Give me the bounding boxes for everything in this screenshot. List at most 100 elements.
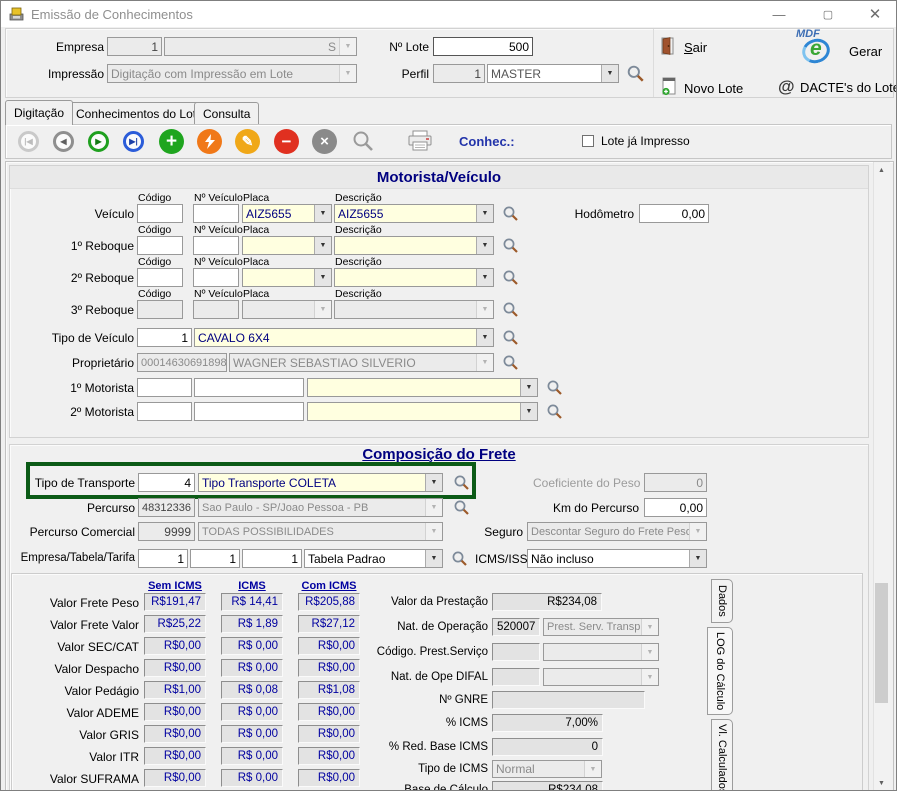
maximize-icon[interactable]: ▢ [805, 1, 851, 27]
tipo-transporte-combo[interactable]: Tipo Transporte COLETA▼ [198, 473, 443, 492]
nav-first-icon[interactable]: |◀ [18, 131, 39, 152]
nav-prev-icon[interactable]: ◀ [53, 131, 74, 152]
scroll-up-icon[interactable]: ▲ [873, 162, 890, 178]
print-icon[interactable] [407, 129, 433, 153]
delete-record-icon[interactable]: − [274, 129, 299, 154]
exit-door-icon[interactable] [661, 37, 675, 55]
motorista2-combo[interactable]: ▼ [307, 402, 538, 421]
reboque1-search-icon[interactable] [502, 237, 519, 254]
tipo-transporte-search-icon[interactable] [453, 474, 470, 491]
reboque2-search-icon[interactable] [502, 269, 519, 286]
add-record-icon[interactable]: + [159, 129, 184, 154]
scroll-down-icon[interactable]: ▼ [873, 775, 890, 791]
veiculo-descricao-combo[interactable]: AIZ5655▼ [334, 204, 494, 223]
tipo-veiculo-code-field[interactable]: 1 [137, 328, 192, 347]
reboque2-nveiculo-field[interactable] [193, 268, 239, 287]
nav-next-icon[interactable]: ▶ [88, 131, 109, 152]
nat-ope-difal-combo: ▼ [543, 668, 659, 686]
km-percurso-field[interactable]: 0,00 [644, 498, 707, 517]
reboque1-placa-arrow-icon: ▼ [314, 237, 331, 254]
reboque2-descricao-combo[interactable]: ▼ [334, 268, 494, 287]
nav-last-icon[interactable]: ▶| [123, 131, 144, 152]
motorista1-search-icon[interactable] [546, 379, 563, 396]
reboque2-codigo-field[interactable] [137, 268, 183, 287]
mdfe-logo-icon[interactable]: MDF e [794, 30, 846, 68]
dacte-button[interactable]: DACTE's do Lote [800, 80, 897, 95]
tabela-search-icon[interactable] [451, 550, 468, 567]
tabela-tarifa-field[interactable]: 1 [242, 549, 302, 568]
veiculo-placa-combo[interactable]: AIZ5655▼ [242, 204, 332, 223]
scrollbar-thumb[interactable] [875, 583, 888, 703]
veiculo-placa-value: AIZ5655 [243, 205, 314, 222]
motorista1-label: 1º Motorista [14, 381, 134, 395]
tab-consulta[interactable]: Consulta [194, 102, 259, 125]
header-divider [653, 29, 654, 97]
motorista1-combo[interactable]: ▼ [307, 378, 538, 397]
cancel-icon[interactable]: × [312, 129, 337, 154]
proprietario-search-icon[interactable] [502, 354, 519, 371]
reboque1-descricao-combo[interactable]: ▼ [334, 236, 494, 255]
percurso-comercial-combo: TODAS POSSIBILIDADES▼ [198, 522, 443, 541]
reboque3-codigo-field [137, 300, 183, 319]
perfil-combo-value: MASTER [488, 65, 601, 82]
novo-lote-button[interactable]: Novo Lote [684, 81, 743, 96]
cod-prest-servico-label: Código. Prest.Serviço [356, 646, 488, 658]
motorista2-code-field[interactable] [137, 402, 192, 421]
quick-save-lightning-icon[interactable] [197, 129, 222, 154]
reboque1-codigo-field[interactable] [137, 236, 183, 255]
side-tab-dados[interactable]: Dados [711, 579, 733, 623]
novo-lote-icon[interactable] [661, 77, 677, 96]
motorista1-doc-field[interactable] [194, 378, 304, 397]
tipo-transporte-code-field[interactable]: 4 [138, 473, 195, 492]
veiculo-search-icon[interactable] [502, 205, 519, 222]
reboque1-nveiculo-field[interactable] [193, 236, 239, 255]
col-nveiculo-label: Nº Veículo [194, 288, 243, 300]
icms-iss-combo[interactable]: Não incluso▼ [527, 549, 707, 568]
valor-cell: R$ 14,41 [221, 593, 283, 611]
proprietario-label: Proprietário [14, 356, 134, 370]
side-tab-log-do-calculo[interactable]: LOG do Cálculo [707, 627, 733, 715]
nat-ope-difal-value [544, 669, 641, 685]
reboque3-search-icon[interactable] [502, 301, 519, 318]
tabela-tabela-field[interactable]: 1 [190, 549, 240, 568]
veiculo-nveiculo-field[interactable] [193, 204, 239, 223]
valor-cell: R$0,00 [144, 637, 206, 655]
reboque1-descricao-arrow-icon: ▼ [476, 237, 493, 254]
tipo-veiculo-combo[interactable]: CAVALO 6X4▼ [194, 328, 494, 347]
veiculo-codigo-field[interactable] [137, 204, 183, 223]
tabela-empresa-field[interactable]: 1 [138, 549, 188, 568]
tipo-veiculo-search-icon[interactable] [502, 329, 519, 346]
toolbar-search-icon[interactable] [351, 129, 375, 153]
edit-pencil-icon[interactable]: ✎ [235, 129, 260, 154]
tabela-combo[interactable]: Tabela Padrao▼ [304, 549, 443, 568]
hodometro-field[interactable]: 0,00 [639, 204, 709, 223]
percurso-search-icon[interactable] [453, 499, 470, 516]
nat-operacao-value: Prest. Serv. Transp. [544, 619, 641, 635]
n-lote-field[interactable]: 500 [433, 37, 533, 56]
valor-cell: R$ 0,00 [221, 747, 283, 765]
dacte-at-icon[interactable]: @ [778, 77, 795, 97]
proprietario-value: WAGNER SEBASTIAO SILVERIO [230, 354, 476, 371]
valor-cell: R$ 0,08 [221, 681, 283, 699]
motorista2-doc-field[interactable] [194, 402, 304, 421]
valor-cell: R$0,00 [298, 747, 360, 765]
lote-ja-impresso-checkbox[interactable] [582, 135, 594, 147]
valor-cell: R$0,00 [298, 703, 360, 721]
tab-conhecimentos-do-lote[interactable]: Conhecimentos do Lote [67, 102, 212, 125]
col-nveiculo-label: Nº Veículo [194, 224, 243, 236]
tab-digitacao[interactable]: Digitação [5, 100, 73, 125]
tipo-icms-arrow-icon: ▼ [584, 761, 601, 777]
valor-cell: R$1,00 [144, 681, 206, 699]
minimize-icon[interactable]: — [756, 1, 802, 27]
gerar-button[interactable]: Gerar [849, 44, 882, 59]
close-icon[interactable]: ✕ [852, 1, 897, 27]
motorista2-search-icon[interactable] [546, 403, 563, 420]
perfil-label: Perfil [386, 67, 429, 81]
perfil-combo[interactable]: MASTER ▼ [487, 64, 619, 83]
sair-button[interactable]: Sair [684, 40, 707, 55]
reboque1-placa-combo[interactable]: ▼ [242, 236, 332, 255]
reboque2-placa-combo[interactable]: ▼ [242, 268, 332, 287]
side-tab-vl-calculados[interactable]: Vl. Calculados [711, 719, 733, 791]
motorista1-code-field[interactable] [137, 378, 192, 397]
perfil-search-icon[interactable] [626, 64, 645, 83]
